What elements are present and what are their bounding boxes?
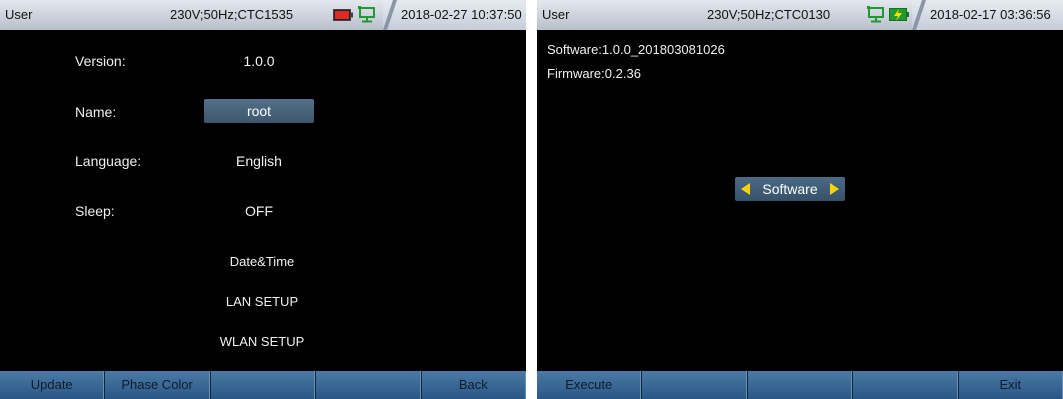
user-label: User bbox=[5, 7, 33, 22]
status-bar: User 230V;50Hz;CTC1535 2018-02-27 10:37:… bbox=[0, 0, 526, 30]
line-info: 230V;50Hz;CTC0130 bbox=[707, 7, 831, 22]
name-field[interactable]: root bbox=[204, 99, 314, 123]
update-screen: User 230V;50Hz;CTC0130 2018-02-17 03:36:… bbox=[537, 0, 1063, 399]
function-key-bar: Execute Exit bbox=[537, 371, 1063, 399]
language-label: Language: bbox=[75, 153, 142, 169]
battery-icon bbox=[333, 9, 353, 21]
arrow-right-icon[interactable] bbox=[830, 183, 839, 195]
function-key-2[interactable] bbox=[641, 371, 747, 399]
datetime: 2018-02-17 03:36:56 bbox=[930, 7, 1051, 22]
name-label: Name: bbox=[75, 104, 117, 120]
function-key-3[interactable] bbox=[209, 371, 316, 399]
function-key-4[interactable] bbox=[852, 371, 958, 399]
exit-button[interactable]: Exit bbox=[957, 371, 1063, 399]
version-label: Version: bbox=[75, 53, 126, 69]
datetime: 2018-02-27 10:37:50 bbox=[401, 7, 522, 22]
version-value: 1.0.0 bbox=[243, 53, 275, 69]
language-value[interactable]: English bbox=[204, 153, 314, 169]
datetime-box: 2018-02-27 10:37:50 bbox=[383, 0, 526, 30]
sleep-value[interactable]: OFF bbox=[204, 203, 314, 219]
user-label: User bbox=[542, 7, 570, 22]
update-button[interactable]: Update bbox=[0, 371, 105, 399]
function-key-3[interactable] bbox=[746, 371, 853, 399]
function-key-bar: Update Phase Color Back bbox=[0, 371, 526, 399]
settings-screen: User 230V;50Hz;CTC1535 2018-02-27 10:37:… bbox=[0, 0, 526, 399]
date-time-item[interactable]: Date&Time bbox=[162, 254, 362, 269]
network-icon bbox=[867, 6, 884, 23]
lan-setup-item[interactable]: LAN SETUP bbox=[162, 294, 362, 309]
network-icon bbox=[358, 6, 375, 23]
function-key-4[interactable] bbox=[315, 371, 421, 399]
charging-battery-icon bbox=[889, 8, 909, 21]
status-bar: User 230V;50Hz;CTC0130 2018-02-17 03:36:… bbox=[537, 0, 1063, 30]
datetime-box: 2018-02-17 03:36:56 bbox=[912, 0, 1063, 30]
selector-value: Software bbox=[762, 181, 818, 197]
sleep-label: Sleep: bbox=[75, 203, 115, 219]
back-button[interactable]: Back bbox=[420, 371, 526, 399]
wlan-setup-item[interactable]: WLAN SETUP bbox=[162, 334, 362, 349]
update-target-selector[interactable]: Software bbox=[735, 177, 845, 201]
phase-color-button[interactable]: Phase Color bbox=[104, 371, 210, 399]
software-version: Software:1.0.0_201803081026 bbox=[547, 42, 725, 57]
firmware-version: Firmware:0.2.36 bbox=[547, 66, 641, 81]
line-info: 230V;50Hz;CTC1535 bbox=[170, 7, 294, 22]
execute-button[interactable]: Execute bbox=[537, 371, 642, 399]
